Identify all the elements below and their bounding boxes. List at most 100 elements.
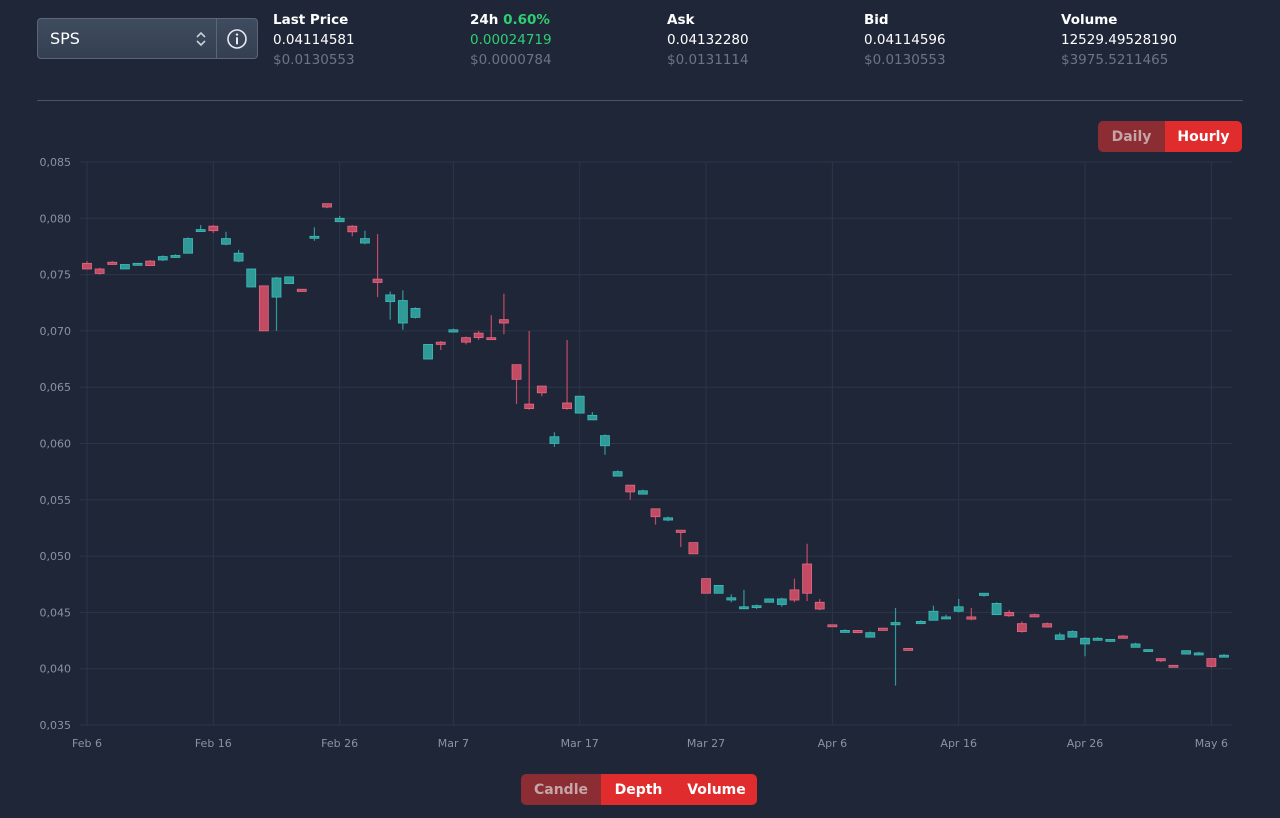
candle <box>562 339 572 410</box>
candle <box>751 604 762 610</box>
candle <box>650 508 661 525</box>
candle-body <box>928 610 939 621</box>
candle-body <box>536 385 547 394</box>
candle-body <box>764 598 775 603</box>
candle-body <box>132 262 143 266</box>
candle-body <box>574 395 585 414</box>
view-depth-button[interactable]: Depth <box>601 774 676 805</box>
candle <box>953 598 964 613</box>
candle <box>701 578 711 594</box>
candle <box>1016 621 1027 633</box>
candle-body <box>1143 649 1154 652</box>
candle <box>284 276 295 285</box>
x-tick-label: Mar 17 <box>561 737 599 750</box>
candle-body <box>675 529 686 533</box>
candle-body <box>865 632 876 638</box>
candle-body <box>1130 643 1141 648</box>
candle-body <box>625 484 636 493</box>
candle <box>524 330 535 410</box>
candle-body <box>1181 650 1191 655</box>
chart-candles <box>82 203 1229 686</box>
candle-body <box>701 578 711 594</box>
candle <box>1181 650 1191 655</box>
candle <box>473 330 484 340</box>
x-tick-label: Feb 16 <box>195 737 232 750</box>
x-tick-label: Feb 26 <box>321 737 358 750</box>
candle-body <box>435 341 446 345</box>
candle <box>713 584 724 594</box>
candle <box>1143 649 1154 652</box>
candle <box>511 364 522 405</box>
candle-body <box>1105 639 1116 642</box>
candle-body <box>511 364 522 380</box>
candle-body <box>1004 612 1015 617</box>
candle-body <box>726 597 737 601</box>
view-toggle: Candle Depth Volume <box>521 774 757 805</box>
candle-body <box>549 436 560 444</box>
candle-body <box>145 260 156 266</box>
view-candle-button[interactable]: Candle <box>521 774 601 805</box>
x-tick-label: Feb 6 <box>72 737 102 750</box>
candle-body <box>1016 623 1027 632</box>
candle <box>941 614 951 620</box>
candle-body <box>941 616 951 620</box>
candle-body <box>878 627 888 631</box>
candle-body <box>1067 631 1078 638</box>
candle <box>890 607 901 686</box>
candle-body <box>953 606 964 612</box>
candle <box>107 261 118 265</box>
candle-body <box>347 225 358 233</box>
y-tick-label: 0,045 <box>40 606 72 619</box>
candle-body <box>637 490 648 495</box>
candle-body <box>840 630 850 633</box>
x-tick-label: Apr 26 <box>1067 737 1104 750</box>
candle-body <box>562 402 572 409</box>
candle <box>789 578 800 603</box>
candle <box>688 542 699 555</box>
x-tick-label: Mar 27 <box>687 737 725 750</box>
candle <box>1004 610 1015 617</box>
candle-body <box>94 268 105 274</box>
candle <box>776 597 787 607</box>
candle-body <box>1042 623 1053 628</box>
candle-body <box>246 268 257 288</box>
candle <box>208 225 219 233</box>
candle <box>991 602 1002 616</box>
candle-body <box>1092 637 1103 641</box>
candle <box>498 293 509 335</box>
candle <box>574 395 585 414</box>
candle <box>840 629 850 633</box>
candle <box>486 315 497 341</box>
candle <box>852 630 863 634</box>
candle-body <box>309 235 320 239</box>
candle <box>1054 632 1065 640</box>
candle <box>536 385 547 397</box>
x-tick-label: May 6 <box>1195 737 1228 750</box>
candle-body <box>120 264 130 270</box>
candle <box>435 341 446 351</box>
candle <box>1080 637 1090 657</box>
candle-body <box>688 542 699 555</box>
candle <box>296 288 307 292</box>
candle <box>1193 651 1204 656</box>
candle <box>309 227 320 241</box>
candle <box>372 234 383 298</box>
candle-body <box>157 256 168 261</box>
candle <box>397 290 408 330</box>
candle-body <box>360 238 370 244</box>
candle-body <box>372 278 383 283</box>
candle-body <box>233 252 244 262</box>
candle <box>461 336 471 345</box>
candle-body <box>1219 654 1229 658</box>
candle <box>549 432 560 447</box>
candle <box>385 291 396 320</box>
y-tick-label: 0,080 <box>40 212 72 225</box>
candle-body <box>473 332 484 339</box>
candle-body <box>802 563 812 594</box>
candle <box>827 624 838 628</box>
candle-body <box>208 225 219 232</box>
candle-body <box>587 414 598 421</box>
view-volume-button[interactable]: Volume <box>676 774 757 805</box>
candle <box>1092 637 1103 641</box>
candle <box>1029 613 1040 618</box>
